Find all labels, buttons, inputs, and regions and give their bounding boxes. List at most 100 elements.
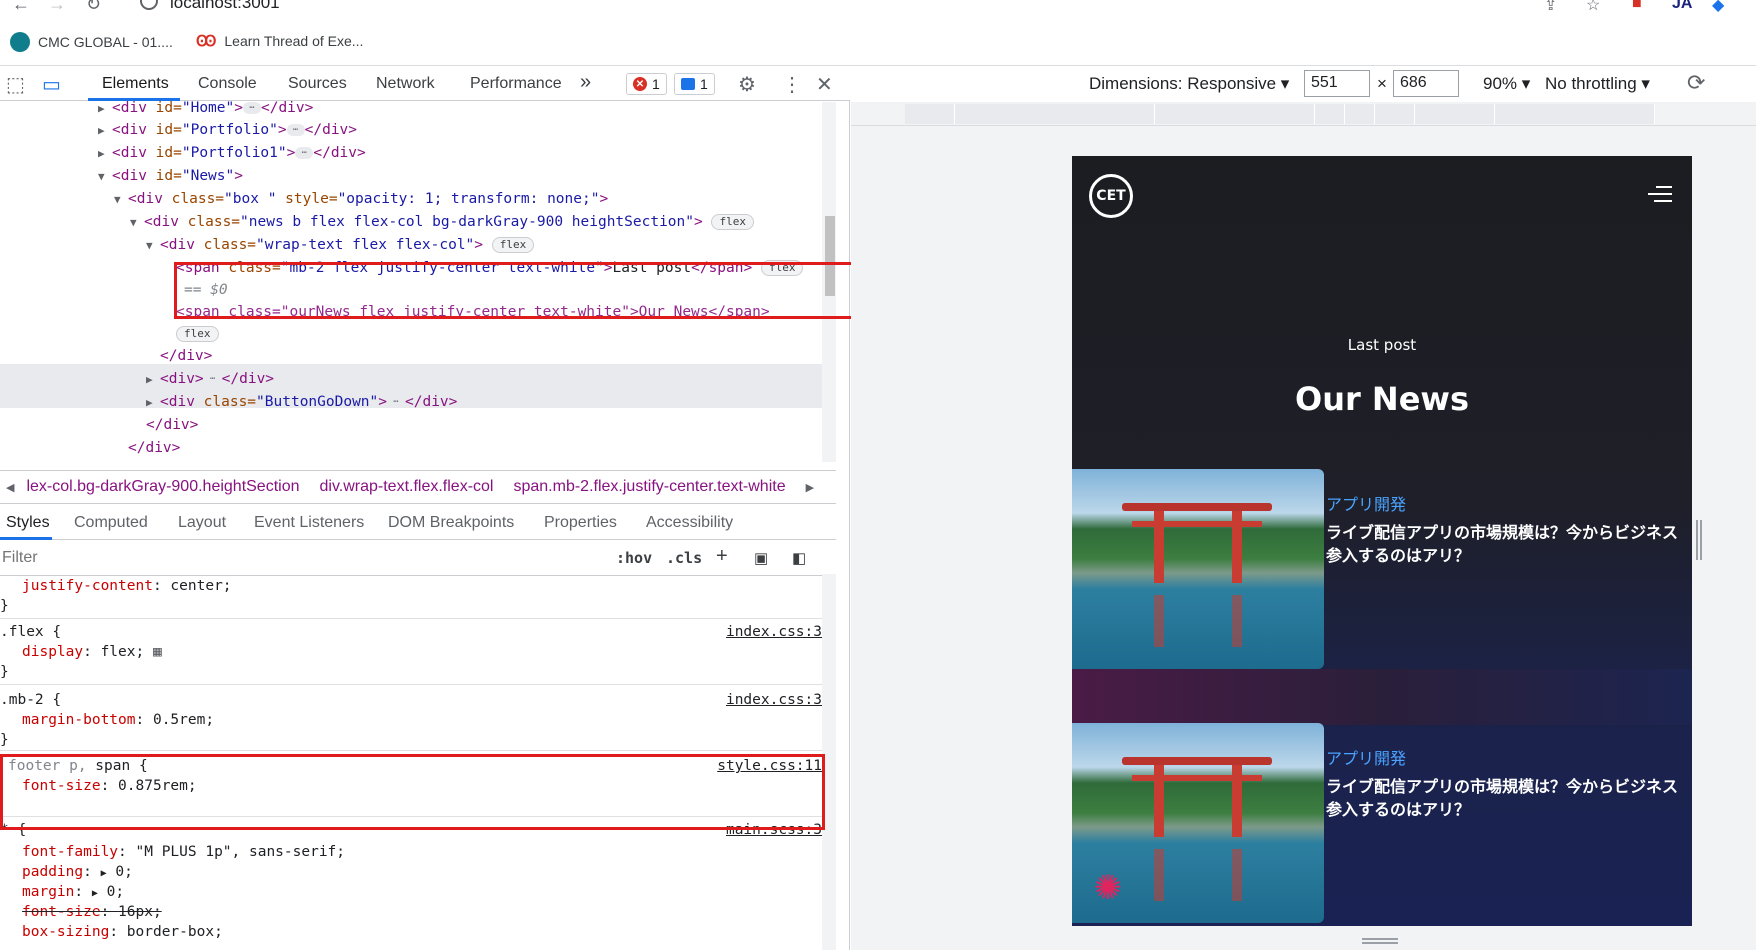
tab-dom-breakpoints[interactable]: DOM Breakpoints xyxy=(388,514,514,532)
extension-icon[interactable]: JA xyxy=(1672,0,1692,13)
throttling-select[interactable]: No throttling ▾ xyxy=(1545,74,1650,94)
ellipsis-icon[interactable]: ⋯ xyxy=(295,147,314,159)
more-options-icon[interactable]: ⋮ xyxy=(782,72,802,97)
css-declaration[interactable]: margin-bottom: 0.5rem; xyxy=(22,710,214,730)
css-source-link[interactable]: index.css:3 xyxy=(726,690,822,710)
tab-computed[interactable]: Computed xyxy=(74,514,148,532)
ellipsis-icon[interactable]: ⋯ xyxy=(203,373,222,385)
dom-node[interactable]: ▶ <div id="Home"> ⋯ </div> xyxy=(98,101,313,119)
tab-network[interactable]: Network xyxy=(376,75,435,93)
dom-node[interactable]: ▶ <div id="Portfolio1"> ⋯ </div> xyxy=(98,142,366,164)
bookmark-item[interactable]: Ꙭ Learn Thread of Exe... xyxy=(196,32,363,50)
ruler-segment[interactable] xyxy=(905,104,955,124)
ruler-segment[interactable] xyxy=(1155,104,1315,124)
site-logo[interactable]: CET xyxy=(1089,174,1133,218)
dom-node[interactable]: ▶ <div> ⋯ </div> xyxy=(146,368,274,390)
height-input[interactable]: 686 xyxy=(1393,70,1459,97)
back-icon[interactable]: ← xyxy=(12,0,30,15)
hamburger-menu-icon[interactable] xyxy=(1648,186,1672,204)
css-declaration[interactable]: padding: ▶ 0; xyxy=(22,862,133,884)
css-declaration[interactable]: justify-content: center; xyxy=(22,576,232,596)
news-thumbnail[interactable] xyxy=(1072,469,1324,669)
share-icon[interactable]: ⇪ xyxy=(1544,0,1557,15)
ellipsis-icon[interactable]: ⋯ xyxy=(242,102,261,114)
dimensions-select[interactable]: Dimensions: Responsive ▾ xyxy=(1089,74,1289,94)
tab-event-listeners[interactable]: Event Listeners xyxy=(254,514,364,532)
rotate-icon[interactable]: ⟳ xyxy=(1687,70,1705,96)
dom-node[interactable]: ▼ <div class="news b flex flex-col bg-dar… xyxy=(130,211,754,233)
dom-node[interactable]: ▼ <div class="wrap-text flex flex-col"> f… xyxy=(146,234,535,256)
reload-icon[interactable]: ↻ xyxy=(86,0,101,15)
ruler-segment[interactable] xyxy=(1415,104,1495,124)
dom-node[interactable]: ▶ <div id="Portfolio"> ⋯ </div> xyxy=(98,119,357,141)
dom-node[interactable]: ▼ <div id="News"> xyxy=(98,165,243,187)
tab-elements[interactable]: Elements xyxy=(102,75,169,93)
tab-sources[interactable]: Sources xyxy=(288,75,347,93)
gear-icon[interactable]: ⚙ xyxy=(738,72,756,97)
filter-input[interactable] xyxy=(2,546,598,570)
forward-icon[interactable]: → xyxy=(48,0,66,15)
react-devtools-icon[interactable]: ✺ xyxy=(1086,868,1130,908)
news-category[interactable]: アプリ開発 xyxy=(1326,491,1406,515)
ruler-segment[interactable] xyxy=(1495,104,1655,124)
info-icon[interactable] xyxy=(140,0,158,10)
flex-badge[interactable]: flex xyxy=(491,237,535,253)
resize-handle-bottom[interactable] xyxy=(1362,938,1398,944)
close-icon[interactable]: ✕ xyxy=(816,72,833,97)
news-title[interactable]: ライブ配信アプリの市場規模は？今からビジネス参入するのはアリ？ xyxy=(1326,775,1686,821)
class-toggle[interactable]: .cls xyxy=(666,549,702,567)
css-selector[interactable]: .mb-2 { xyxy=(0,690,61,710)
extension-icon[interactable]: ■ xyxy=(1632,0,1642,13)
ellipsis-icon[interactable]: ⋯ xyxy=(286,124,305,136)
scroll-right-icon[interactable]: ▶ xyxy=(806,481,814,494)
css-selector[interactable]: .flex { xyxy=(0,622,61,642)
flex-badge[interactable]: flex xyxy=(176,326,219,342)
css-declaration-overridden[interactable]: font-size: 16px; xyxy=(22,902,162,922)
star-icon[interactable]: ☆ xyxy=(1586,0,1600,15)
add-rule-icon[interactable]: + xyxy=(716,545,728,568)
width-input[interactable]: 551 xyxy=(1304,70,1370,97)
tab-accessibility[interactable]: Accessibility xyxy=(646,514,733,532)
error-count-badge[interactable]: ✕ 1 xyxy=(626,73,667,95)
tab-styles[interactable]: Styles xyxy=(6,514,50,532)
message-count-badge[interactable]: 1 xyxy=(674,73,715,95)
scroll-left-icon[interactable]: ◀ xyxy=(6,481,14,494)
css-declaration[interactable]: box-sizing: border-box; xyxy=(22,922,223,942)
tab-properties[interactable]: Properties xyxy=(544,514,617,532)
news-title[interactable]: ライブ配信アプリの市場規模は？今からビジネス参入するのはアリ？ xyxy=(1326,521,1686,567)
zoom-select[interactable]: 90% ▾ xyxy=(1483,74,1530,94)
news-card[interactable]: アプリ開発 ライブ配信アプリの市場規模は？今からビジネス参入するのはアリ？ xyxy=(1072,469,1692,669)
css-declaration[interactable]: margin: ▶ 0; xyxy=(22,882,124,904)
inspect-element-icon[interactable]: ⬚ xyxy=(6,72,25,97)
dom-node[interactable]: ▼ <div class="box " style="opacity: 1; tr… xyxy=(114,188,608,210)
flexbox-editor-icon[interactable]: ▦ xyxy=(153,644,162,660)
bookmark-item[interactable]: CMC GLOBAL - 01.... xyxy=(10,32,173,52)
breadcrumb-item[interactable]: lex-col.bg-darkGray-900.heightSection xyxy=(26,478,299,496)
ruler-segment[interactable] xyxy=(1375,104,1415,124)
ruler-segment[interactable] xyxy=(955,104,1155,124)
news-category[interactable]: アプリ開発 xyxy=(1326,745,1406,769)
tab-performance[interactable]: Performance xyxy=(470,75,562,93)
resize-handle-right[interactable] xyxy=(1696,520,1702,560)
css-declaration[interactable]: display: flex; ▦ xyxy=(22,642,162,662)
url-text[interactable]: localhost:3001 xyxy=(170,0,280,13)
breadcrumb-item-current[interactable]: span.mb-2.flex.justify-center.text-white xyxy=(513,478,785,496)
ruler-segment[interactable] xyxy=(1315,104,1345,124)
ellipsis-icon[interactable]: ⋯ xyxy=(387,396,405,408)
news-card[interactable]: アプリ開発 ライブ配信アプリの市場規模は？今からビジネス参入するのはアリ？ xyxy=(1072,723,1692,923)
flex-badge[interactable]: flex xyxy=(711,214,754,230)
breadcrumb-item[interactable]: div.wrap-text.flex.flex-col xyxy=(320,478,494,496)
css-declaration[interactable]: font-family: "M PLUS 1p", sans-serif; xyxy=(22,842,345,862)
dom-node[interactable]: ▶ <div class="ButtonGoDown"> ⋯ </div> xyxy=(146,391,457,413)
css-source-link[interactable]: index.css:3 xyxy=(726,622,822,642)
ruler-segment[interactable] xyxy=(1345,104,1375,124)
section-divider-band xyxy=(1072,669,1692,725)
tab-layout[interactable]: Layout xyxy=(178,514,226,532)
device-toggle-icon[interactable]: ▭ xyxy=(42,72,61,97)
hover-state-toggle[interactable]: :hov xyxy=(616,549,652,567)
paint-icon[interactable]: ▣ xyxy=(754,549,768,567)
extension-icon[interactable]: ◆ xyxy=(1712,0,1724,15)
more-tabs-icon[interactable]: » xyxy=(580,71,591,94)
tab-console[interactable]: Console xyxy=(198,75,257,93)
sidebar-toggle-icon[interactable]: ◧ xyxy=(792,549,806,567)
